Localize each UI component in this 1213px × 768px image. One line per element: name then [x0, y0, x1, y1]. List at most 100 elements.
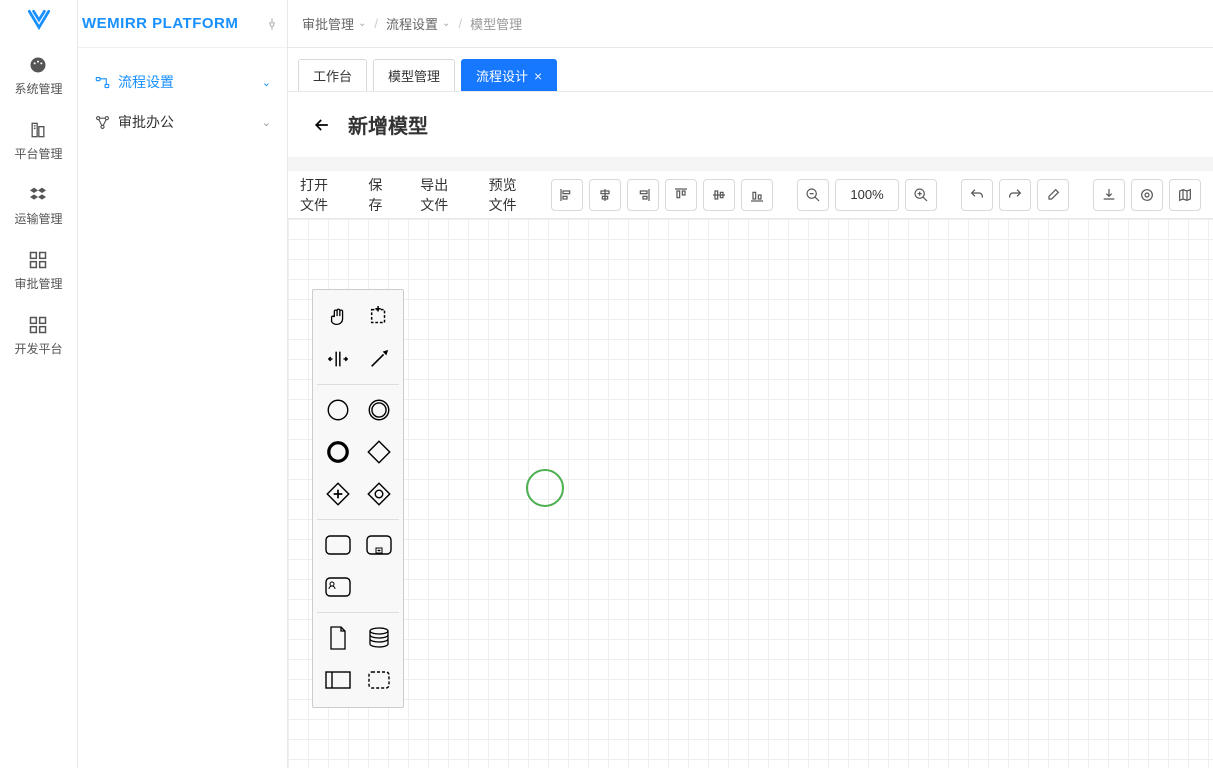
gateway-circle-tool[interactable] — [364, 479, 394, 509]
connect-tool[interactable] — [364, 344, 394, 374]
history-group — [961, 179, 1069, 211]
preview-button[interactable]: 预览文件 — [489, 175, 527, 215]
app-logo[interactable] — [26, 8, 52, 34]
breadcrumb-item[interactable]: 审批管理 ⌄ — [302, 14, 366, 33]
canvas-start-event-node[interactable] — [526, 469, 564, 507]
grid-icon — [27, 249, 49, 271]
brand-title: WEMIRR PLATFORM — [82, 15, 238, 32]
sidebar-item-process-settings[interactable]: 流程设置 ⌄ — [78, 62, 287, 102]
align-center-v-button[interactable] — [703, 179, 735, 211]
designer-canvas[interactable] — [288, 219, 1213, 768]
nav-label: 开发平台 — [14, 340, 62, 357]
nav-label: 系统管理 — [14, 80, 62, 97]
nav-label: 平台管理 — [14, 145, 62, 162]
page-title: 新增模型 — [348, 110, 428, 139]
flow-icon — [94, 74, 110, 90]
process-designer: 打开文件 保 存 导出文件 预览文件 — [288, 171, 1213, 768]
save-button[interactable]: 保 存 — [368, 175, 390, 215]
view-group — [1093, 179, 1201, 211]
nav-dev[interactable]: 开发平台 — [14, 314, 62, 357]
breadcrumb-sep: / — [374, 16, 378, 31]
tab-workspace[interactable]: 工作台 — [298, 59, 367, 91]
tab-label: 流程设计 — [476, 66, 528, 85]
pin-icon[interactable] — [265, 17, 279, 31]
task-tool[interactable] — [323, 530, 353, 560]
content-area: 新增模型 打开文件 保 存 导出文件 预览文件 — [288, 92, 1213, 768]
zoom-in-button[interactable] — [905, 179, 937, 211]
align-group — [551, 179, 773, 211]
breadcrumb-item[interactable]: 流程设置 ⌄ — [386, 14, 450, 33]
data-store-tool[interactable] — [364, 623, 394, 653]
building-icon — [27, 119, 49, 141]
workflow-icon — [94, 114, 110, 130]
nav-platform[interactable]: 平台管理 — [14, 119, 62, 162]
align-bottom-button[interactable] — [741, 179, 773, 211]
minimap-button[interactable] — [1169, 179, 1201, 211]
space-tool[interactable] — [323, 344, 353, 374]
sidebar-item-label: 流程设置 — [118, 72, 254, 92]
align-right-button[interactable] — [627, 179, 659, 211]
gateway-tool[interactable] — [364, 437, 394, 467]
nav-label: 审批管理 — [14, 275, 62, 292]
tab-label: 工作台 — [313, 66, 352, 85]
grid-icon — [27, 314, 49, 336]
participant-tool[interactable] — [323, 665, 353, 695]
breadcrumb-label: 流程设置 — [386, 14, 438, 33]
nav-transport[interactable]: 运输管理 — [14, 184, 62, 227]
hand-tool[interactable] — [323, 302, 353, 332]
tab-label: 模型管理 — [388, 66, 440, 85]
designer-toolbar: 打开文件 保 存 导出文件 预览文件 — [288, 171, 1213, 219]
sidebar-item-approval-office[interactable]: 审批办公 ⌄ — [78, 102, 287, 142]
shape-palette — [312, 289, 404, 708]
breadcrumb-sep: / — [458, 16, 462, 31]
chevron-down-icon: ⌄ — [262, 76, 271, 89]
group-tool[interactable] — [364, 665, 394, 695]
page-header: 新增模型 — [288, 92, 1213, 157]
caret-down-icon: ⌄ — [442, 18, 450, 29]
nav-approval[interactable]: 审批管理 — [14, 249, 62, 292]
zoom-out-button[interactable] — [797, 179, 829, 211]
end-event-tool[interactable] — [323, 437, 353, 467]
download-button[interactable] — [1093, 179, 1125, 211]
main-area: 审批管理 ⌄ / 流程设置 ⌄ / 模型管理 工作台 模型管理 流程设计 × 新增模型… — [288, 0, 1213, 768]
sidebar-item-label: 审批办公 — [118, 112, 254, 132]
align-left-button[interactable] — [551, 179, 583, 211]
sidebar-menu: 流程设置 ⌄ 审批办公 ⌄ — [78, 48, 287, 142]
back-arrow-icon[interactable] — [312, 115, 332, 135]
undo-button[interactable] — [961, 179, 993, 211]
zoom-level: 100% — [835, 179, 899, 211]
export-button[interactable]: 导出文件 — [420, 175, 458, 215]
tab-bar: 工作台 模型管理 流程设计 × — [288, 48, 1213, 92]
nav-label: 运输管理 — [14, 210, 62, 227]
chevron-down-icon: ⌄ — [262, 116, 271, 129]
dropbox-icon — [27, 184, 49, 206]
breadcrumb-item: 模型管理 — [470, 14, 522, 33]
dashboard-icon — [27, 54, 49, 76]
secondary-sidebar: WEMIRR PLATFORM 流程设置 ⌄ 审批办公 ⌄ — [78, 0, 288, 768]
zoom-group: 100% — [797, 179, 937, 211]
target-button[interactable] — [1131, 179, 1163, 211]
brand-header: WEMIRR PLATFORM — [78, 0, 287, 48]
subprocess-tool[interactable] — [364, 530, 394, 560]
close-icon[interactable]: × — [534, 69, 542, 83]
redo-button[interactable] — [999, 179, 1031, 211]
file-menu: 打开文件 保 存 导出文件 预览文件 — [300, 175, 527, 215]
erase-button[interactable] — [1037, 179, 1069, 211]
nav-system[interactable]: 系统管理 — [14, 54, 62, 97]
caret-down-icon: ⌄ — [358, 18, 366, 29]
primary-iconbar: 系统管理 平台管理 运输管理 审批管理 开发平台 — [0, 0, 78, 768]
intermediate-event-tool[interactable] — [364, 395, 394, 425]
start-event-tool[interactable] — [323, 395, 353, 425]
breadcrumb-bar: 审批管理 ⌄ / 流程设置 ⌄ / 模型管理 — [288, 0, 1213, 48]
tab-process-design[interactable]: 流程设计 × — [461, 59, 557, 91]
breadcrumb-label: 审批管理 — [302, 14, 354, 33]
lasso-tool[interactable] — [364, 302, 394, 332]
tab-model-mgmt[interactable]: 模型管理 — [373, 59, 455, 91]
align-center-h-button[interactable] — [589, 179, 621, 211]
gateway-plus-tool[interactable] — [323, 479, 353, 509]
breadcrumb-label: 模型管理 — [470, 14, 522, 33]
open-file-button[interactable]: 打开文件 — [300, 175, 338, 215]
data-object-tool[interactable] — [323, 623, 353, 653]
align-top-button[interactable] — [665, 179, 697, 211]
user-task-tool[interactable] — [323, 572, 353, 602]
